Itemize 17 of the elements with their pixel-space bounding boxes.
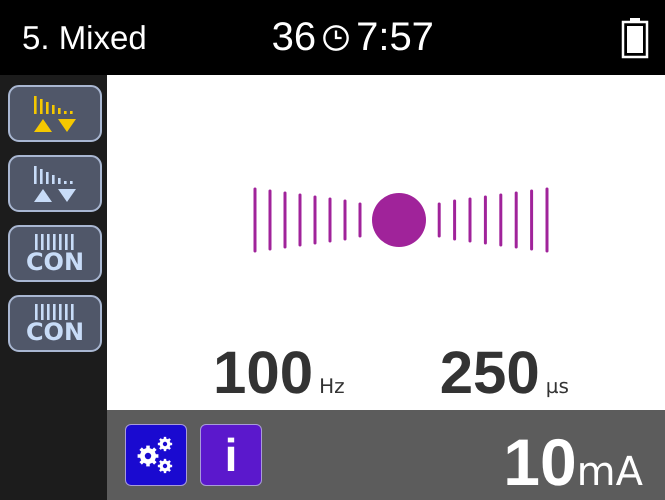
reading-unit: Hz <box>319 374 345 398</box>
ramp-mode-button[interactable] <box>8 85 102 142</box>
current-value: 10 <box>503 429 577 495</box>
continuous-mode-button[interactable]: CON <box>8 295 102 352</box>
ramp-mode-button[interactable] <box>8 155 102 212</box>
reading-value: 250 <box>440 343 540 403</box>
info-button[interactable]: i <box>200 424 262 486</box>
current-unit: mA <box>576 449 643 495</box>
reading-value: 100 <box>213 343 314 403</box>
session-count: 36 <box>272 15 316 60</box>
settings-button[interactable] <box>125 424 187 486</box>
clock-icon <box>322 24 350 52</box>
continuous-mode-button[interactable]: CON <box>8 225 102 282</box>
mode-title: 5. Mixed <box>22 18 148 56</box>
battery-icon <box>621 16 649 58</box>
reading-unit: µs <box>546 374 569 398</box>
timer: 7:57 <box>356 15 434 60</box>
